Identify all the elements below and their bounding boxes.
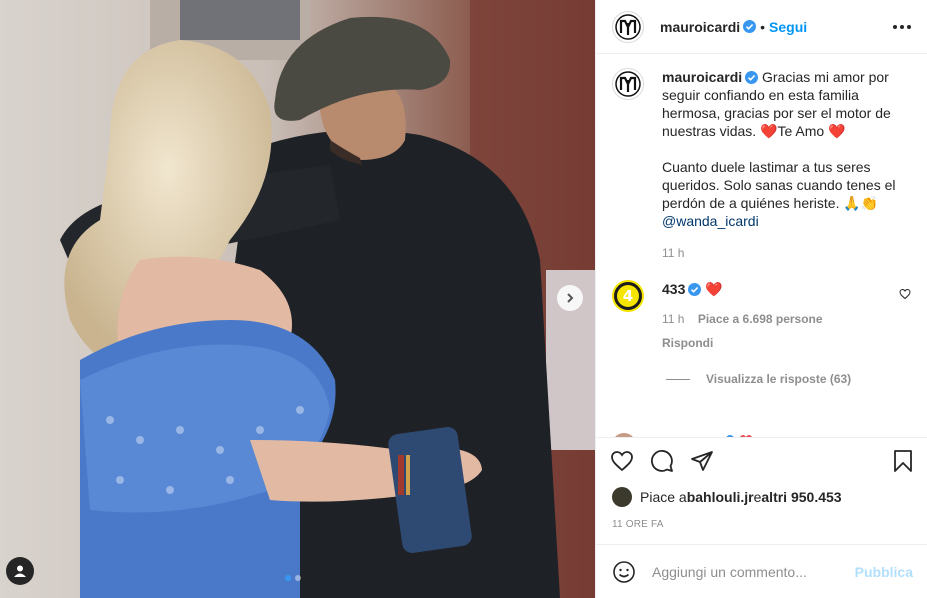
author-username[interactable]: mauroicardi xyxy=(660,19,740,35)
caption-text: Gracias mi amor por seguir confiando en … xyxy=(662,69,896,211)
comment-button[interactable] xyxy=(650,449,674,473)
caption-username[interactable]: mauroicardi xyxy=(662,69,742,85)
mi-logo-icon xyxy=(615,13,641,40)
follow-button[interactable]: Segui xyxy=(769,19,807,35)
comment-likes[interactable]: Piace a 6.698 persone xyxy=(698,312,823,326)
save-button[interactable] xyxy=(891,449,915,473)
emoji-button[interactable] xyxy=(612,560,636,584)
liker-username[interactable]: bahlouli.jr xyxy=(687,489,754,505)
caption-avatar[interactable] xyxy=(612,68,644,100)
comment-input[interactable] xyxy=(652,563,855,580)
caption-mention[interactable]: @wanda_icardi xyxy=(662,213,759,229)
433-logo-icon: 4 xyxy=(617,285,639,307)
more-options-button[interactable] xyxy=(893,24,911,29)
view-replies-button[interactable]: Visualizza le risposte (63) xyxy=(666,372,911,386)
reply-button[interactable]: Rispondi xyxy=(662,334,891,352)
share-icon xyxy=(691,450,713,471)
comment-item: 4 433 ❤️ 11 h Piace a 6.698 persone Risp… xyxy=(612,280,911,352)
comment-text: ❤️ xyxy=(705,281,723,297)
instagram-post-view: mauroicardi • Segui mauroicardi Gracias … xyxy=(0,0,927,598)
caption-meta: 11 h xyxy=(662,244,911,262)
caption: mauroicardi Gracias mi amor por seguir c… xyxy=(612,68,911,262)
next-photo-button[interactable] xyxy=(557,285,583,311)
comment-time[interactable]: 11 h xyxy=(662,312,684,326)
action-bar xyxy=(596,437,927,483)
likes-middle: e xyxy=(753,489,762,505)
publish-button[interactable]: Pubblica xyxy=(855,564,913,580)
user-tag-icon xyxy=(14,565,26,577)
comment-username[interactable]: 433 xyxy=(662,281,685,297)
heart-icon xyxy=(611,450,633,471)
svg-text:4: 4 xyxy=(623,287,633,305)
likes-summary: Piace a bahlouli.jr e altri 950.453 xyxy=(596,483,927,507)
likes-others[interactable]: altri 950.453 xyxy=(761,489,841,505)
liker-avatar[interactable] xyxy=(612,487,632,507)
carousel-indicator xyxy=(285,575,301,581)
user-tags-button[interactable] xyxy=(6,557,34,585)
comment-meta: 11 h Piace a 6.698 persone xyxy=(662,310,891,328)
view-replies-label: Visualizza le risposte (63) xyxy=(706,372,852,386)
comments-section[interactable]: mauroicardi Gracias mi amor por seguir c… xyxy=(596,54,927,437)
comment-icon xyxy=(651,449,673,472)
share-button[interactable] xyxy=(690,449,714,473)
like-button[interactable] xyxy=(610,449,634,473)
more-icon xyxy=(893,24,897,29)
mi-logo-icon xyxy=(615,71,641,97)
photo-illustration xyxy=(0,0,595,598)
caption-body: mauroicardi Gracias mi amor por seguir c… xyxy=(662,68,911,262)
post-header: mauroicardi • Segui xyxy=(596,0,927,54)
author-avatar[interactable] xyxy=(612,10,644,43)
verified-icon xyxy=(745,71,759,84)
save-icon xyxy=(894,449,912,472)
emoji-icon xyxy=(613,560,635,583)
add-comment-bar: Pubblica xyxy=(596,544,927,598)
carousel-dot-1 xyxy=(285,575,291,581)
post-details-panel: mauroicardi • Segui mauroicardi Gracias … xyxy=(595,0,927,598)
verified-icon xyxy=(688,283,702,296)
verified-icon xyxy=(743,20,757,33)
next-comment-peek xyxy=(612,428,912,437)
next-arrow-icon xyxy=(567,293,574,303)
comment-body: 433 ❤️ 11 h Piace a 6.698 persone Rispon… xyxy=(662,280,891,352)
commenter-avatar[interactable]: 4 xyxy=(612,280,644,312)
comment-like-icon[interactable] xyxy=(899,288,911,300)
caption-time[interactable]: 11 h xyxy=(662,246,684,260)
replies-divider xyxy=(666,378,690,380)
post-timestamp[interactable]: 11 ORE FA xyxy=(596,507,927,544)
carousel-dot-2 xyxy=(295,575,301,581)
post-photo[interactable] xyxy=(0,0,595,598)
header-separator: • xyxy=(760,18,766,35)
likes-prefix: Piace a xyxy=(640,489,687,505)
